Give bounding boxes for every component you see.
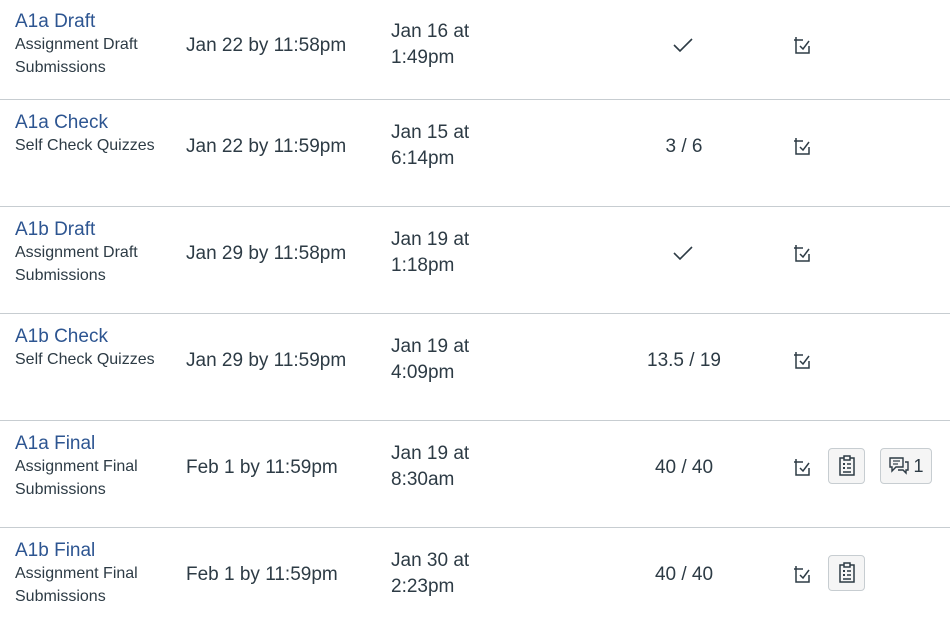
rubric-button[interactable] <box>828 555 865 591</box>
score: 3 / 6 <box>665 136 703 157</box>
assignment-link[interactable]: A1b Draft <box>15 218 175 241</box>
due-date: Jan 22 by 11:58pm <box>186 35 347 56</box>
assignment-name-cell: A1a Final Assignment Final Submissions <box>15 432 175 501</box>
submission-status-icon[interactable] <box>791 136 813 158</box>
grades-table: A1a Draft Assignment Draft Submissions J… <box>0 0 950 635</box>
submission-status-icon[interactable] <box>791 564 813 586</box>
submitted-date: Jan 19 at 4:09pm <box>391 334 491 386</box>
assignment-name-cell: A1b Final Assignment Final Submissions <box>15 539 175 608</box>
score: 13.5 / 19 <box>647 350 721 371</box>
submission-status-icon[interactable] <box>791 243 813 265</box>
submitted-date-line1: Jan 30 at <box>391 550 470 571</box>
assignment-link[interactable]: A1b Check <box>15 325 175 348</box>
submitted-date: Jan 19 at 1:18pm <box>391 227 491 279</box>
submitted-date-line2: 6:14pm <box>391 148 455 169</box>
due-date: Feb 1 by 11:59pm <box>186 457 338 478</box>
assignment-name-cell: A1a Draft Assignment Draft Submissions <box>15 10 175 79</box>
submitted-date-line2: 4:09pm <box>391 362 455 383</box>
submitted-date-line1: Jan 19 at <box>391 443 470 464</box>
comments-button[interactable]: 1 <box>880 448 932 484</box>
grade-row: A1b Draft Assignment Draft Submissions J… <box>0 207 950 314</box>
assignment-group-label: Assignment Draft Submissions <box>15 244 138 284</box>
due-date: Jan 22 by 11:59pm <box>186 136 347 157</box>
submission-status-icon[interactable] <box>791 457 813 479</box>
due-date: Jan 29 by 11:58pm <box>186 243 347 264</box>
due-date: Feb 1 by 11:59pm <box>186 564 338 585</box>
checkmark-icon <box>672 37 694 53</box>
submitted-date-line1: Jan 19 at <box>391 229 470 250</box>
submitted-date: Jan 15 at 6:14pm <box>391 120 491 172</box>
assignment-group-label: Assignment Final Submissions <box>15 565 138 605</box>
submitted-date-line2: 2:23pm <box>391 576 455 597</box>
assignment-link[interactable]: A1a Final <box>15 432 175 455</box>
assignment-group-label: Self Check Quizzes <box>15 137 155 154</box>
submitted-date: Jan 30 at 2:23pm <box>391 548 491 600</box>
grade-row: A1b Final Assignment Final Submissions F… <box>0 528 950 635</box>
rubric-icon <box>838 455 856 477</box>
submission-status-icon[interactable] <box>791 35 813 57</box>
assignment-name-cell: A1b Check Self Check Quizzes <box>15 325 175 371</box>
assignment-link[interactable]: A1a Check <box>15 111 175 134</box>
submitted-date-line2: 1:18pm <box>391 255 455 276</box>
rubric-button[interactable] <box>828 448 865 484</box>
grade-row: A1a Check Self Check Quizzes Jan 22 by 1… <box>0 100 950 207</box>
assignment-link[interactable]: A1a Draft <box>15 10 175 33</box>
comments-icon <box>888 456 910 476</box>
submitted-date-line2: 1:49pm <box>391 47 455 68</box>
grade-row: A1a Draft Assignment Draft Submissions J… <box>0 0 950 100</box>
submission-status-icon[interactable] <box>791 350 813 372</box>
grade-row: A1a Final Assignment Final Submissions F… <box>0 421 950 528</box>
due-date: Jan 29 by 11:59pm <box>186 350 347 371</box>
assignment-name-cell: A1b Draft Assignment Draft Submissions <box>15 218 175 287</box>
grade-row: A1b Check Self Check Quizzes Jan 29 by 1… <box>0 314 950 421</box>
comments-count: 1 <box>913 456 924 476</box>
assignment-group-label: Assignment Final Submissions <box>15 458 138 498</box>
score: 40 / 40 <box>654 457 714 478</box>
assignment-group-label: Self Check Quizzes <box>15 351 155 368</box>
checkmark-icon <box>672 245 694 261</box>
submitted-date-line1: Jan 16 at <box>391 21 470 42</box>
submitted-date-line1: Jan 19 at <box>391 336 470 357</box>
score: 40 / 40 <box>654 564 714 585</box>
submitted-date-line2: 8:30am <box>391 469 455 490</box>
submitted-date: Jan 16 at 1:49pm <box>391 19 491 71</box>
assignment-name-cell: A1a Check Self Check Quizzes <box>15 111 175 157</box>
submitted-date-line1: Jan 15 at <box>391 122 470 143</box>
assignment-group-label: Assignment Draft Submissions <box>15 36 138 76</box>
assignment-link[interactable]: A1b Final <box>15 539 175 562</box>
rubric-icon <box>838 562 856 584</box>
submitted-date: Jan 19 at 8:30am <box>391 441 491 493</box>
